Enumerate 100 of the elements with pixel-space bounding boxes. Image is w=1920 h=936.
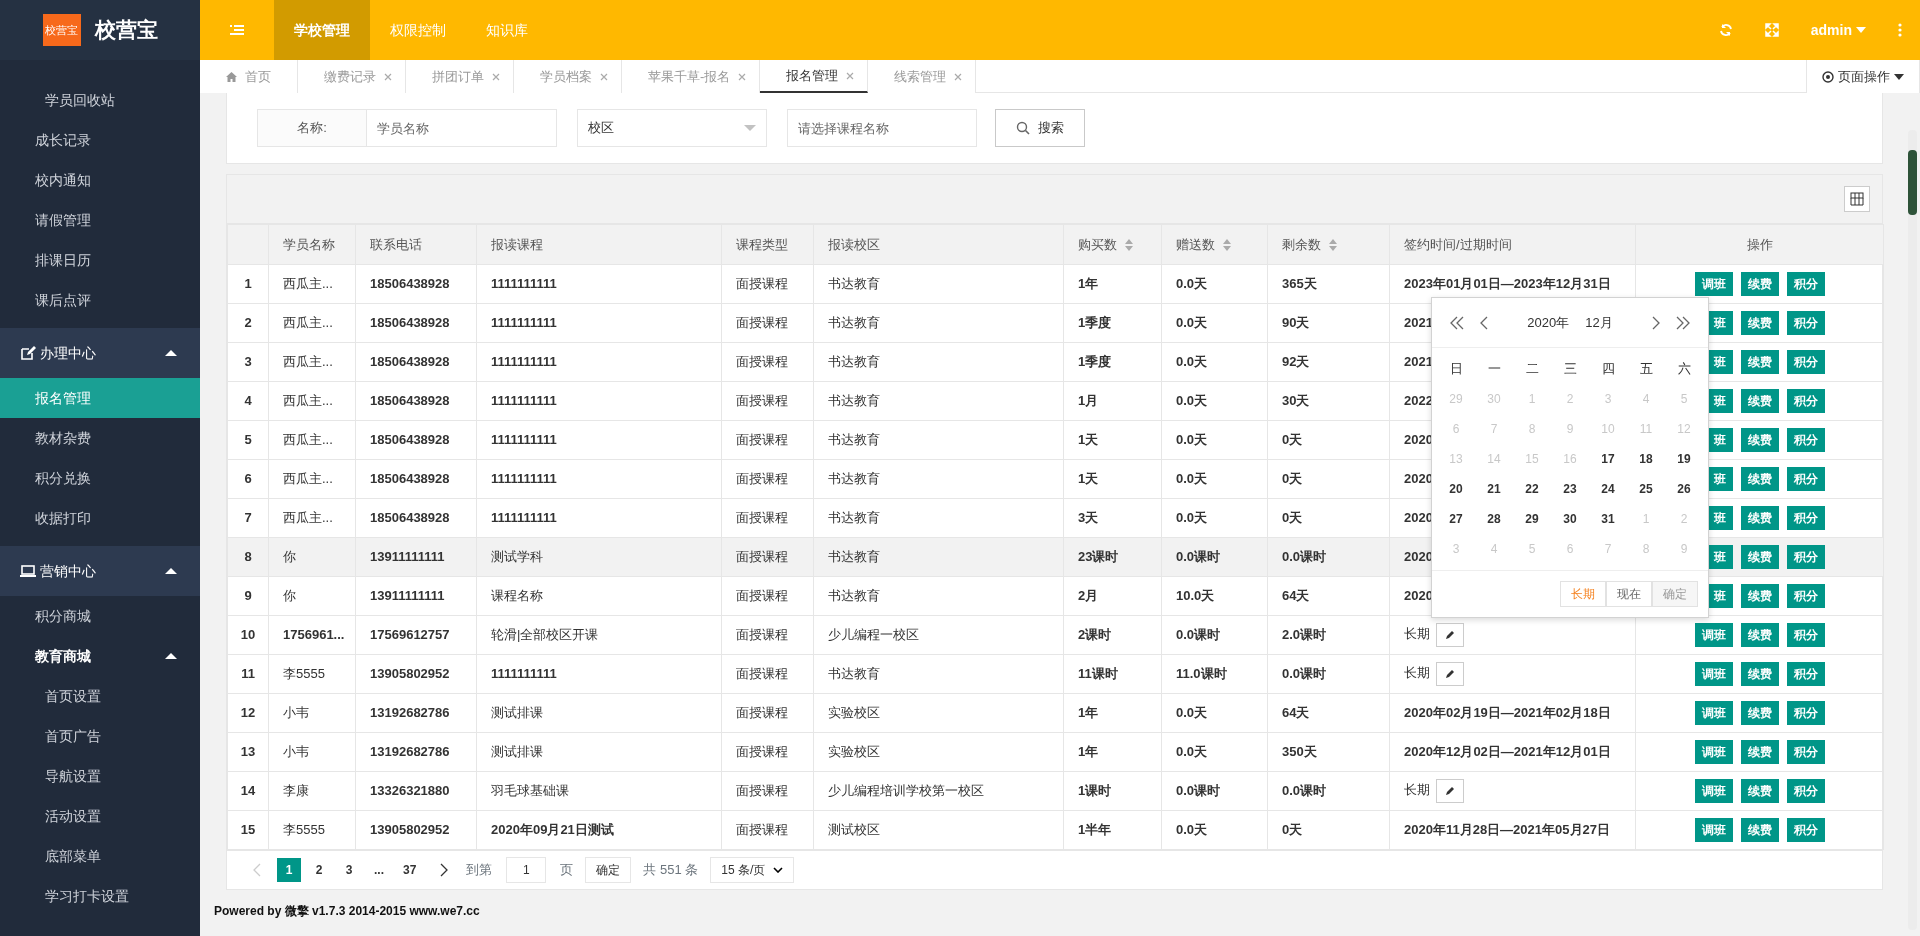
action-button[interactable]: 积分 bbox=[1786, 818, 1825, 842]
sidebar-item[interactable]: 排课日历 bbox=[0, 240, 200, 280]
calendar-year[interactable]: 2020年 bbox=[1527, 312, 1570, 333]
action-button[interactable]: 积分 bbox=[1786, 623, 1825, 647]
close-icon[interactable] bbox=[738, 72, 747, 81]
action-button[interactable]: 续费 bbox=[1740, 467, 1779, 491]
sidebar-item[interactable]: 学习打卡设置 bbox=[0, 876, 200, 916]
close-icon[interactable] bbox=[846, 71, 855, 80]
action-button[interactable]: 积分 bbox=[1786, 311, 1825, 335]
action-button[interactable]: 调班 bbox=[1694, 662, 1733, 686]
action-button[interactable]: 积分 bbox=[1786, 506, 1825, 530]
page-button[interactable]: ... bbox=[367, 858, 391, 882]
action-button[interactable]: 积分 bbox=[1786, 428, 1825, 452]
action-button[interactable]: 积分 bbox=[1786, 662, 1825, 686]
page-button[interactable]: 2 bbox=[307, 858, 331, 882]
name-input[interactable]: 学员名称 bbox=[367, 109, 557, 147]
action-button[interactable]: 续费 bbox=[1740, 311, 1779, 335]
action-button[interactable]: 调班 bbox=[1694, 818, 1733, 842]
action-button[interactable]: 调班 bbox=[1694, 779, 1733, 803]
sidebar-item[interactable]: 首页广告 bbox=[0, 716, 200, 756]
action-button[interactable]: 续费 bbox=[1740, 428, 1779, 452]
action-button[interactable]: 续费 bbox=[1740, 350, 1779, 374]
action-button[interactable]: 续费 bbox=[1740, 506, 1779, 530]
action-button[interactable]: 续费 bbox=[1740, 779, 1779, 803]
action-button[interactable]: 续费 bbox=[1740, 584, 1779, 608]
page-button[interactable]: 1 bbox=[277, 858, 301, 882]
calendar-button[interactable]: 长期 bbox=[1560, 581, 1606, 607]
action-button[interactable]: 续费 bbox=[1740, 623, 1779, 647]
page-tab[interactable]: 线索管理 bbox=[868, 60, 977, 93]
page-tab[interactable]: 拼团订单 bbox=[406, 60, 514, 93]
sidebar-item[interactable]: 底部菜单 bbox=[0, 836, 200, 876]
action-button[interactable]: 续费 bbox=[1740, 545, 1779, 569]
sidebar-item[interactable]: 请假管理 bbox=[0, 200, 200, 240]
action-button[interactable]: 积分 bbox=[1786, 467, 1825, 491]
action-button[interactable]: 积分 bbox=[1786, 779, 1825, 803]
page-size-select[interactable]: 15 条/页 bbox=[710, 857, 795, 883]
collapse-arrow-icon[interactable] bbox=[164, 651, 178, 661]
edit-button[interactable] bbox=[1436, 623, 1464, 647]
search-button[interactable]: 搜索 bbox=[995, 109, 1085, 147]
page-input[interactable]: 1 bbox=[506, 857, 547, 883]
close-icon[interactable] bbox=[384, 72, 392, 81]
action-button[interactable]: 调班 bbox=[1694, 272, 1733, 296]
calendar-day[interactable]: 29 bbox=[1513, 504, 1551, 534]
chevron-right-icon[interactable] bbox=[440, 863, 449, 877]
sort-icon[interactable] bbox=[1125, 238, 1133, 251]
sidebar-item[interactable]: 学员回收站 bbox=[0, 80, 200, 120]
page-actions-menu[interactable]: 页面操作 bbox=[1806, 60, 1920, 93]
sidebar-item[interactable]: 导航设置 bbox=[0, 756, 200, 796]
sidebar-item[interactable]: 成长记录 bbox=[0, 120, 200, 160]
action-button[interactable]: 积分 bbox=[1786, 350, 1825, 374]
action-button[interactable]: 积分 bbox=[1786, 584, 1825, 608]
action-button[interactable]: 续费 bbox=[1740, 389, 1779, 413]
sidebar-group-header[interactable]: 办理中心 bbox=[0, 328, 200, 378]
edit-button[interactable] bbox=[1436, 779, 1464, 803]
campus-select[interactable]: 校区 bbox=[577, 109, 767, 147]
calendar-day[interactable]: 27 bbox=[1437, 504, 1475, 534]
action-button[interactable]: 调班 bbox=[1694, 740, 1733, 764]
action-button[interactable]: 调班 bbox=[1694, 623, 1733, 647]
sidebar-item[interactable]: 教材杂费 bbox=[0, 418, 200, 458]
more-icon[interactable] bbox=[1898, 23, 1902, 37]
action-button[interactable]: 续费 bbox=[1740, 740, 1779, 764]
sidebar-item[interactable]: 积分兑换 bbox=[0, 458, 200, 498]
page-tab[interactable]: 学员档案 bbox=[514, 60, 622, 93]
sidebar-item[interactable]: 教育商城 bbox=[0, 636, 200, 676]
sidebar-item[interactable]: 活动设置 bbox=[0, 796, 200, 836]
calendar-day[interactable]: 31 bbox=[1589, 504, 1627, 534]
action-button[interactable]: 续费 bbox=[1740, 662, 1779, 686]
sidebar-item[interactable]: 收据打印 bbox=[0, 498, 200, 538]
menu-icon[interactable] bbox=[230, 24, 244, 36]
page-button[interactable]: 3 bbox=[337, 858, 361, 882]
sidebar-item[interactable]: 首页设置 bbox=[0, 676, 200, 716]
action-button[interactable]: 调班 bbox=[1694, 701, 1733, 725]
sidebar-item[interactable]: 校内通知 bbox=[0, 160, 200, 200]
action-button[interactable]: 积分 bbox=[1786, 545, 1825, 569]
edit-button[interactable] bbox=[1436, 662, 1464, 686]
calendar-day[interactable]: 30 bbox=[1551, 504, 1589, 534]
action-button[interactable]: 积分 bbox=[1786, 740, 1825, 764]
sort-icon[interactable] bbox=[1223, 238, 1231, 251]
chevron-right-icon[interactable] bbox=[1652, 315, 1660, 330]
close-icon[interactable] bbox=[492, 72, 500, 81]
sidebar-item[interactable]: 报名管理 bbox=[0, 378, 200, 418]
top-nav-tab[interactable]: 学校管理 bbox=[274, 0, 370, 60]
action-button[interactable]: 续费 bbox=[1740, 818, 1779, 842]
action-button[interactable]: 续费 bbox=[1740, 701, 1779, 725]
page-tab[interactable]: 缴费记录 bbox=[298, 60, 406, 93]
close-icon[interactable] bbox=[600, 72, 608, 81]
page-button[interactable]: 37 bbox=[397, 858, 423, 882]
action-button[interactable]: 积分 bbox=[1786, 389, 1825, 413]
action-button[interactable]: 积分 bbox=[1786, 272, 1825, 296]
sidebar-item[interactable]: 积分商城 bbox=[0, 596, 200, 636]
column-toggle-button[interactable] bbox=[1844, 186, 1870, 212]
sort-icon[interactable] bbox=[1329, 238, 1337, 251]
go-button[interactable]: 确定 bbox=[585, 857, 632, 883]
refresh-icon[interactable] bbox=[1718, 23, 1733, 37]
action-button[interactable]: 续费 bbox=[1740, 272, 1779, 296]
sidebar-group-header[interactable]: 营销中心 bbox=[0, 546, 200, 596]
calendar-button[interactable]: 现在 bbox=[1606, 581, 1652, 607]
page-tab[interactable]: 首页 bbox=[200, 60, 298, 93]
course-input[interactable]: 请选择课程名称 bbox=[787, 109, 977, 147]
sidebar-item[interactable]: 课后点评 bbox=[0, 280, 200, 320]
